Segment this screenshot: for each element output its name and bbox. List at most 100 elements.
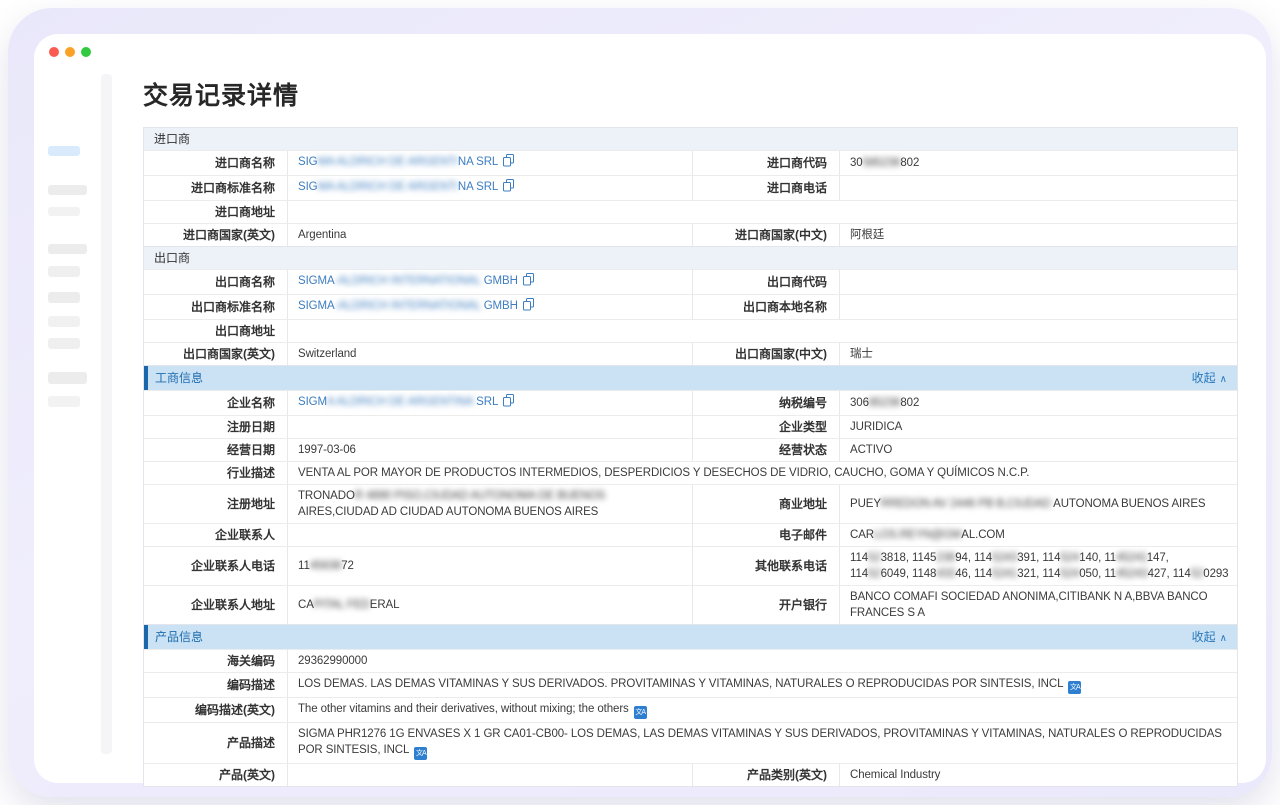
sidebar	[34, 74, 100, 774]
collapse-button[interactable]: 收起∧	[1192, 625, 1227, 651]
copy-icon[interactable]	[523, 273, 534, 291]
sidebar-item[interactable]	[48, 244, 87, 254]
field-value	[287, 764, 692, 786]
field-label: 出口商标准名称	[144, 295, 287, 319]
field-label: 企业名称	[144, 391, 287, 415]
field-value: VENTA AL POR MAYOR DE PRODUCTOS INTERMED…	[287, 462, 1237, 484]
field-label: 产品(英文)	[144, 764, 287, 786]
sidebar-item[interactable]	[48, 207, 80, 216]
value-text: Argentina	[298, 227, 684, 243]
redacted-text: 45241	[1116, 552, 1147, 564]
sidebar-item[interactable]	[48, 372, 87, 384]
company-link[interactable]: SIGMA-ALDRICH INTERNATIONAL GMBH	[298, 298, 684, 316]
redacted-text: 585236	[863, 157, 901, 169]
titlebar-traffic-lights	[49, 47, 91, 57]
value-text: 114563872	[298, 558, 684, 574]
field-value: 阿根廷	[839, 224, 1237, 246]
table-row: 出口商地址	[144, 319, 1237, 342]
section-header: 出口商	[144, 247, 1237, 269]
section-title: 出口商	[154, 251, 190, 265]
redacted-text: MA ALDRICH DE ARGENTI	[318, 156, 458, 168]
field-value: Chemical Industry	[839, 764, 1237, 786]
translate-icon[interactable]: 文A	[634, 706, 647, 719]
section-title: 产品信息	[155, 630, 203, 644]
field-label: 进口商标准名称	[144, 176, 287, 200]
field-value: 1997-03-06	[287, 439, 692, 461]
redacted-text: 45243	[1116, 568, 1147, 580]
sidebar-item[interactable]	[48, 185, 87, 195]
field-value: ACTIVO	[839, 439, 1237, 461]
field-label: 出口商名称	[144, 270, 287, 294]
field-value	[287, 524, 692, 546]
section-header: 进口商	[144, 128, 1237, 150]
field-value: Switzerland	[287, 343, 692, 365]
field-value: 瑞士	[839, 343, 1237, 365]
field-label: 出口商本地名称	[692, 295, 839, 319]
field-value: SIGMA-ALDRICH INTERNATIONAL GMBH	[287, 270, 692, 294]
page-title: 交易记录详情	[143, 76, 1238, 112]
company-link[interactable]: SIGMA ALDRICH DE ARGENTINA SRL	[298, 154, 684, 172]
copy-icon[interactable]	[503, 179, 514, 197]
table-row: 进口商国家(英文)Argentina进口商国家(中文)阿根廷	[144, 223, 1237, 246]
field-value	[287, 416, 692, 438]
field-value	[839, 176, 1237, 200]
field-value: 30585236802	[839, 151, 1237, 175]
field-label: 进口商名称	[144, 151, 287, 175]
field-label: 产品描述	[144, 723, 287, 763]
table-row: 企业联系人电话114563872其他联系电话114523818, 1145238…	[144, 546, 1237, 585]
section-business-info: 工商信息收起∧企业名称 SIGMA ALDRICH DE ARGENTINA SR…	[143, 365, 1238, 625]
translate-icon[interactable]: 文A	[414, 747, 427, 760]
section-product-info: 产品信息收起∧海关编码29362990000编码描述LOS DEMAS. LAS…	[143, 624, 1238, 787]
field-label: 进口商国家(中文)	[692, 224, 839, 246]
chevron-up-icon: ∧	[1220, 374, 1227, 385]
main-content: 交易记录详情 进口商进口商名称 SIGMA ALDRICH DE ARGENTIN…	[143, 76, 1238, 787]
redacted-text: 5241	[992, 568, 1017, 580]
field-value: BANCO COMAFI SOCIEDAD ANONIMA,CITIBANK N…	[839, 586, 1237, 624]
zoom-button[interactable]	[81, 47, 91, 57]
table-row: 产品(英文)产品类别(英文)Chemical Industry	[144, 763, 1237, 786]
value-text: 114523818, 114523894, 1145243391, 114524…	[850, 550, 1229, 582]
table-row: 注册地址TRONADOR 4890 PISO,CIUDAD AUTONOMA D…	[144, 484, 1237, 523]
sidebar-item[interactable]	[48, 338, 80, 349]
sidebar-item[interactable]	[48, 266, 80, 277]
field-label: 行业描述	[144, 462, 287, 484]
redacted-text: -ALDRICH INTERNATIONAL	[335, 300, 484, 312]
collapse-button[interactable]: 收起∧	[1192, 366, 1227, 392]
table-row: 出口商标准名称 SIGMA-ALDRICH INTERNATIONAL GMBH 出…	[144, 294, 1237, 319]
value-text: JURIDICA	[850, 419, 1229, 435]
field-label: 海关编码	[144, 650, 287, 672]
field-value	[287, 201, 1237, 223]
field-label: 经营状态	[692, 439, 839, 461]
table-row: 企业名称SIGMA ALDRICH DE ARGENTINA SRL纳税编号30…	[144, 390, 1237, 415]
redacted-text: A ALDRICH DE ARGENTINA	[327, 396, 476, 408]
company-link[interactable]: SIGMA ALDRICH DE ARGENTINA SRL	[298, 179, 684, 197]
field-value: 29362990000	[287, 650, 1237, 672]
company-link[interactable]: SIGMA-ALDRICH INTERNATIONAL GMBH	[298, 273, 684, 291]
content-divider	[101, 74, 112, 754]
field-value: SIGMA-ALDRICH INTERNATIONAL GMBH	[287, 295, 692, 319]
value-text: CAPITAL FEDERAL	[298, 597, 684, 613]
copy-icon[interactable]	[503, 154, 514, 172]
field-label: 出口商国家(英文)	[144, 343, 287, 365]
field-value: LOS DEMAS. LAS DEMAS VITAMINAS Y SUS DER…	[287, 673, 1237, 697]
field-label: 进口商地址	[144, 201, 287, 223]
sidebar-item-active[interactable]	[48, 146, 80, 156]
field-value: SIGMA ALDRICH DE ARGENTINA SRL	[287, 391, 692, 415]
sidebar-item[interactable]	[48, 316, 80, 327]
close-button[interactable]	[49, 47, 59, 57]
app-window: 交易记录详情 进口商进口商名称 SIGMA ALDRICH DE ARGENTIN…	[34, 34, 1266, 783]
translate-icon[interactable]: 文A	[1068, 681, 1081, 694]
company-link[interactable]: SIGMA ALDRICH DE ARGENTINA SRL	[298, 394, 684, 412]
sidebar-item[interactable]	[48, 292, 80, 303]
copy-icon[interactable]	[503, 394, 514, 412]
redacted-text: 52	[868, 552, 881, 564]
field-label: 企业联系人地址	[144, 586, 287, 624]
minimize-button[interactable]	[65, 47, 75, 57]
section-header: 工商信息收起∧	[144, 366, 1237, 390]
field-value: 114563872	[287, 547, 692, 585]
table-row: 产品描述SIGMA PHR1276 1G ENVASES X 1 GR CA01…	[144, 722, 1237, 763]
field-label: 出口商国家(中文)	[692, 343, 839, 365]
copy-icon[interactable]	[523, 298, 534, 316]
sidebar-item[interactable]	[48, 396, 80, 407]
value-text: Switzerland	[298, 346, 684, 362]
